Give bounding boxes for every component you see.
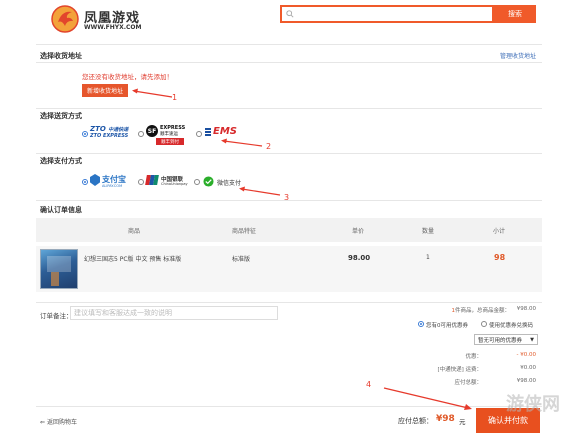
wechat-icon [203, 176, 214, 187]
payment-radio-alipay[interactable] [82, 179, 88, 185]
shipping-radio-ems[interactable] [196, 131, 202, 137]
column-header-subtotal: 小计 [493, 228, 506, 235]
footer-total-label: 应付总额： [398, 417, 433, 425]
back-to-cart-link[interactable]: ⇐ 返回购物车 [40, 417, 77, 426]
product-qty: 1 [426, 254, 430, 261]
payment-radio-wechat[interactable] [194, 179, 200, 185]
search-icon [286, 10, 294, 18]
column-header-qty: 数量 [422, 228, 435, 235]
arrow-left-icon: ⇐ [40, 419, 46, 426]
goods-count-text: 1件商品，总商品金额： [451, 308, 510, 314]
column-header-product: 商品 [128, 228, 141, 235]
annotation-number-1: 1 [172, 93, 178, 102]
remark-label: 订单备注： [40, 312, 73, 320]
discount-value: - ¥0.00 [516, 352, 536, 358]
shipping-radio-zto[interactable] [82, 131, 88, 137]
annotation-arrow-1 [132, 88, 173, 98]
divider [36, 153, 542, 154]
add-address-button[interactable]: 新增收货地址 [82, 84, 128, 97]
coupon-select[interactable]: 暂无可用的优惠券 ▼ [474, 334, 538, 345]
goods-total-value: ¥98.00 [516, 306, 536, 312]
product-price: 98.00 [348, 254, 371, 262]
watermark-text: 游侠网 [506, 394, 560, 415]
column-header-feature: 商品特征 [232, 228, 257, 235]
divider [36, 108, 542, 109]
annotation-arrow-4 [383, 387, 472, 410]
annotation-arrow-2 [221, 138, 263, 147]
phoenix-logo-icon[interactable] [50, 4, 80, 34]
payable-value: ¥98.00 [516, 378, 536, 384]
shipping-fee-value: ¥0.00 [520, 365, 536, 371]
footer-total-value: ¥98 [436, 414, 455, 424]
brand-url: WWW.FHYX.COM [84, 24, 142, 31]
divider [36, 302, 542, 303]
divider [36, 62, 542, 63]
alipay-logo[interactable]: 支付宝 ALIPAY.COM [90, 174, 132, 190]
coupon-radio-available-label: 您有0可用优惠券 [426, 323, 468, 329]
search-input[interactable] [280, 5, 494, 23]
divider [36, 44, 542, 45]
discount-label: 优惠： [465, 354, 482, 360]
manage-address-link[interactable]: 管理收货地址 [500, 51, 536, 60]
coupon-radio-code[interactable] [481, 321, 487, 327]
product-name-link[interactable]: 幻想三国志5 PC版 中文 预售 标准版 [84, 254, 181, 263]
product-thumbnail[interactable] [40, 249, 78, 289]
shipping-fee-label: [中通快递] 运费： [437, 367, 482, 373]
product-subtotal: 98 [494, 253, 506, 262]
order-section-title: 确认订单信息 [40, 206, 82, 214]
shipping-section-title: 选择送货方式 [40, 112, 82, 120]
footer-total-unit: 元 [459, 418, 466, 426]
coupon-select-value: 暂无可用的优惠券 [478, 337, 523, 344]
sf-logo[interactable]: SF EXPRESS 顺丰速运 顺丰到付 [146, 125, 192, 147]
product-feature: 标准版 [232, 256, 251, 263]
annotation-arrow-3 [239, 186, 281, 196]
coupon-radio-code-label: 使用优惠券兑换码 [489, 323, 534, 329]
annotation-number-2: 2 [266, 142, 272, 151]
unionpay-logo[interactable]: 中国银联 ChinaUnionpay [145, 175, 190, 189]
no-address-warning: 您还没有收货地址，请先添加！ [82, 73, 173, 81]
remark-input[interactable]: 建议填写和客服达成一致的说明 [70, 306, 278, 320]
shipping-radio-sf[interactable] [138, 131, 144, 137]
address-section-title: 选择收货地址 [40, 52, 82, 60]
zto-logo[interactable]: ZTO 中通快递 ZTO EXPRESS [90, 125, 134, 143]
divider [36, 200, 542, 201]
payment-radio-unionpay[interactable] [138, 179, 144, 185]
order-table-header [36, 218, 542, 242]
column-header-price: 单价 [352, 228, 365, 235]
coupon-radio-available[interactable] [418, 321, 424, 327]
payment-section-title: 选择支付方式 [40, 157, 82, 165]
table-row [36, 246, 542, 292]
search-button[interactable]: 搜索 [494, 5, 536, 23]
annotation-number-4: 4 [366, 380, 372, 389]
chevron-down-icon: ▼ [530, 336, 534, 343]
